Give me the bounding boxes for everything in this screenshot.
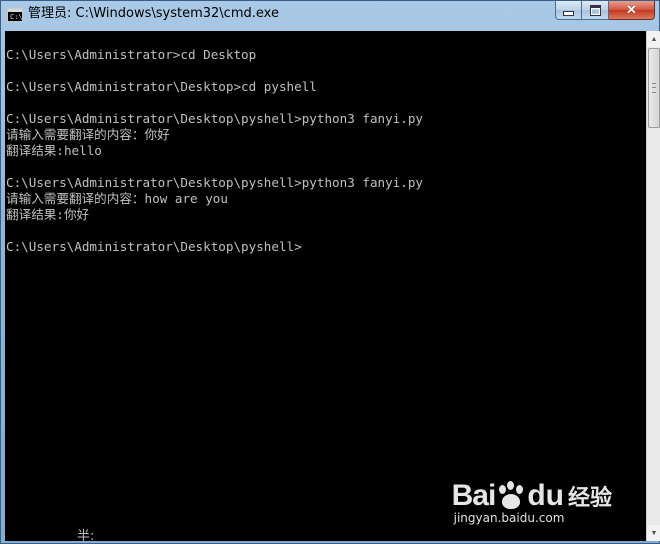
console-line: 请输入需要翻译的内容：你好 <box>6 127 170 142</box>
watermark-url: jingyan.baidu.com <box>453 511 565 525</box>
close-icon: ✕ <box>626 2 637 17</box>
console-line: 翻译结果:hello <box>6 143 102 158</box>
baidu-paw-icon <box>496 481 526 511</box>
cmd-app-icon[interactable]: C:\ <box>7 8 23 22</box>
baidu-jingyan-watermark: Bai du 经验 jingyan.baidu.com <box>452 479 612 525</box>
ime-status: 半: <box>77 529 95 541</box>
watermark-brand-cn: 经验 <box>567 486 612 511</box>
console-line: 翻译结果:你好 <box>6 207 90 222</box>
scroll-up-icon: ▲ <box>650 35 658 43</box>
console-line: 请输入需要翻译的内容：how are you <box>6 191 228 206</box>
scroll-down-button[interactable]: ▼ <box>647 525 660 541</box>
maximize-button[interactable] <box>582 1 609 20</box>
caption-buttons: ✕ <box>555 1 655 21</box>
window-title: 管理员: C:\Windows\system32\cmd.exe <box>28 6 279 21</box>
watermark-logo: Bai du 经验 <box>452 479 612 513</box>
console-line: C:\Users\Administrator\Desktop>cd pyshel… <box>6 79 317 94</box>
cmd-window: C:\ 管理员: C:\Windows\system32\cmd.exe ✕ C… <box>0 0 660 544</box>
vertical-scrollbar[interactable]: ▲ ▼ <box>646 31 660 541</box>
console-line: C:\Users\Administrator\Desktop\pyshell>p… <box>6 175 424 190</box>
scroll-up-button[interactable]: ▲ <box>647 31 660 47</box>
maximize-icon <box>589 4 601 16</box>
console-output[interactable]: C:\Users\Administrator>cd Desktop C:\User… <box>5 31 646 541</box>
scroll-down-icon: ▼ <box>650 529 658 537</box>
console-line: C:\Users\Administrator\Desktop\pyshell>p… <box>6 111 424 126</box>
app-icon-label: C:\ <box>10 13 23 21</box>
title-bar[interactable]: C:\ 管理员: C:\Windows\system32\cmd.exe ✕ <box>1 1 660 29</box>
watermark-brand-right: du <box>527 479 564 512</box>
minimize-icon <box>563 10 574 16</box>
console-lines: C:\Users\Administrator>cd Desktop C:\User… <box>6 47 423 255</box>
watermark-brand-left: Bai <box>451 479 497 512</box>
minimize-button[interactable] <box>555 1 582 20</box>
grip-icon <box>652 83 656 93</box>
close-button[interactable]: ✕ <box>609 1 655 20</box>
console-line: C:\Users\Administrator>cd Desktop <box>6 47 257 62</box>
scrollbar-thumb[interactable] <box>648 48 660 128</box>
console-line: C:\Users\Administrator\Desktop\pyshell> <box>6 239 302 254</box>
